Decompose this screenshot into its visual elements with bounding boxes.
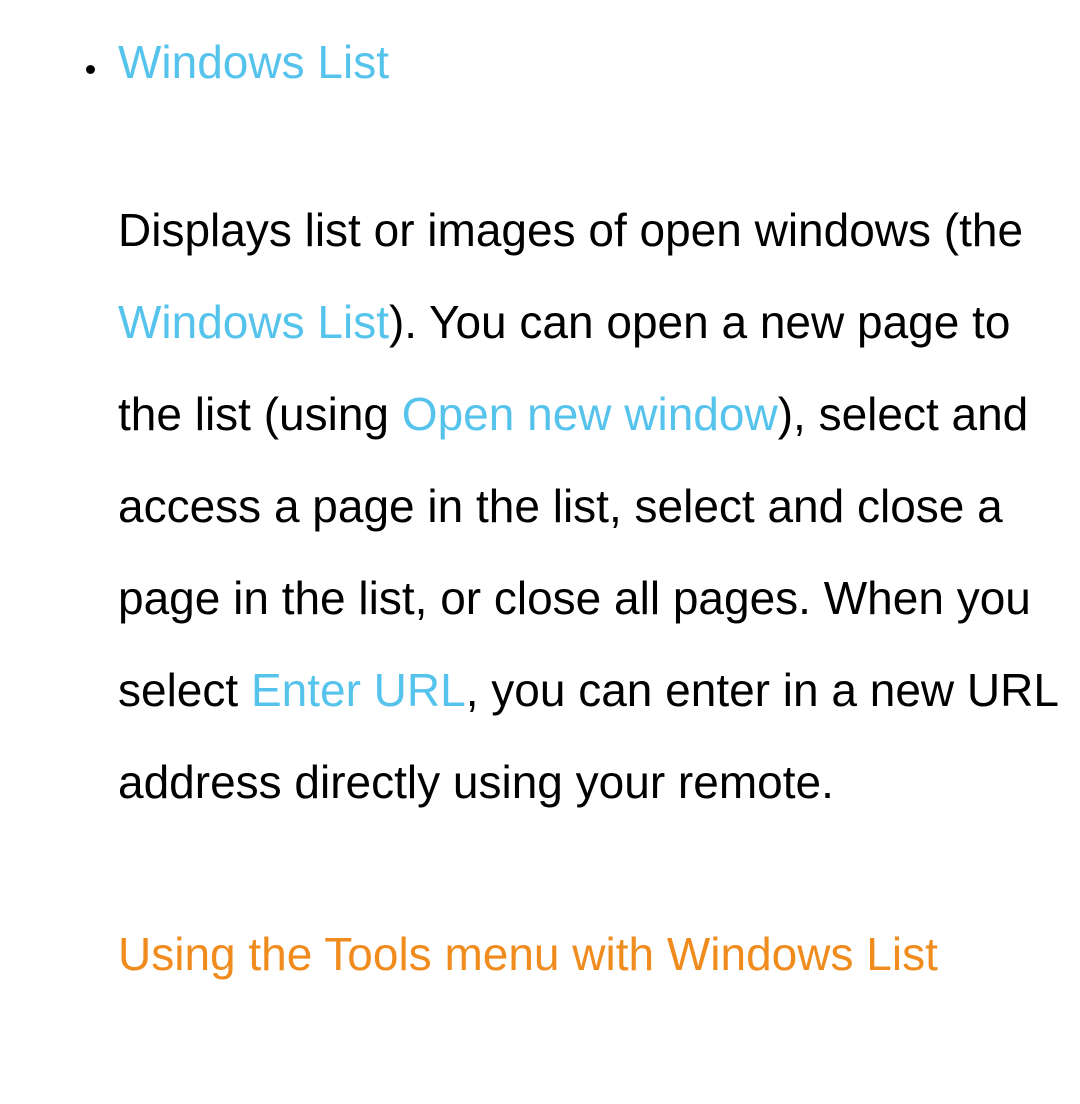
list-item-windows-list: Windows List Displays list or images of … [110,30,1060,1000]
text-segment: Displays list or images of open windows … [118,204,1023,256]
subheading-tools-menu: Using the Tools menu with Windows List [118,908,1060,1000]
item-title-windows-list: Windows List [118,30,1060,94]
inline-term-open-new-window: Open new window [402,388,778,440]
feature-list: Windows List Displays list or images of … [30,30,1060,1000]
document-page: Windows List Displays list or images of … [0,0,1080,1030]
inline-term-windows-list: Windows List [118,296,389,348]
item-description: Displays list or images of open windows … [118,184,1060,828]
inline-term-enter-url: Enter URL [251,664,466,716]
